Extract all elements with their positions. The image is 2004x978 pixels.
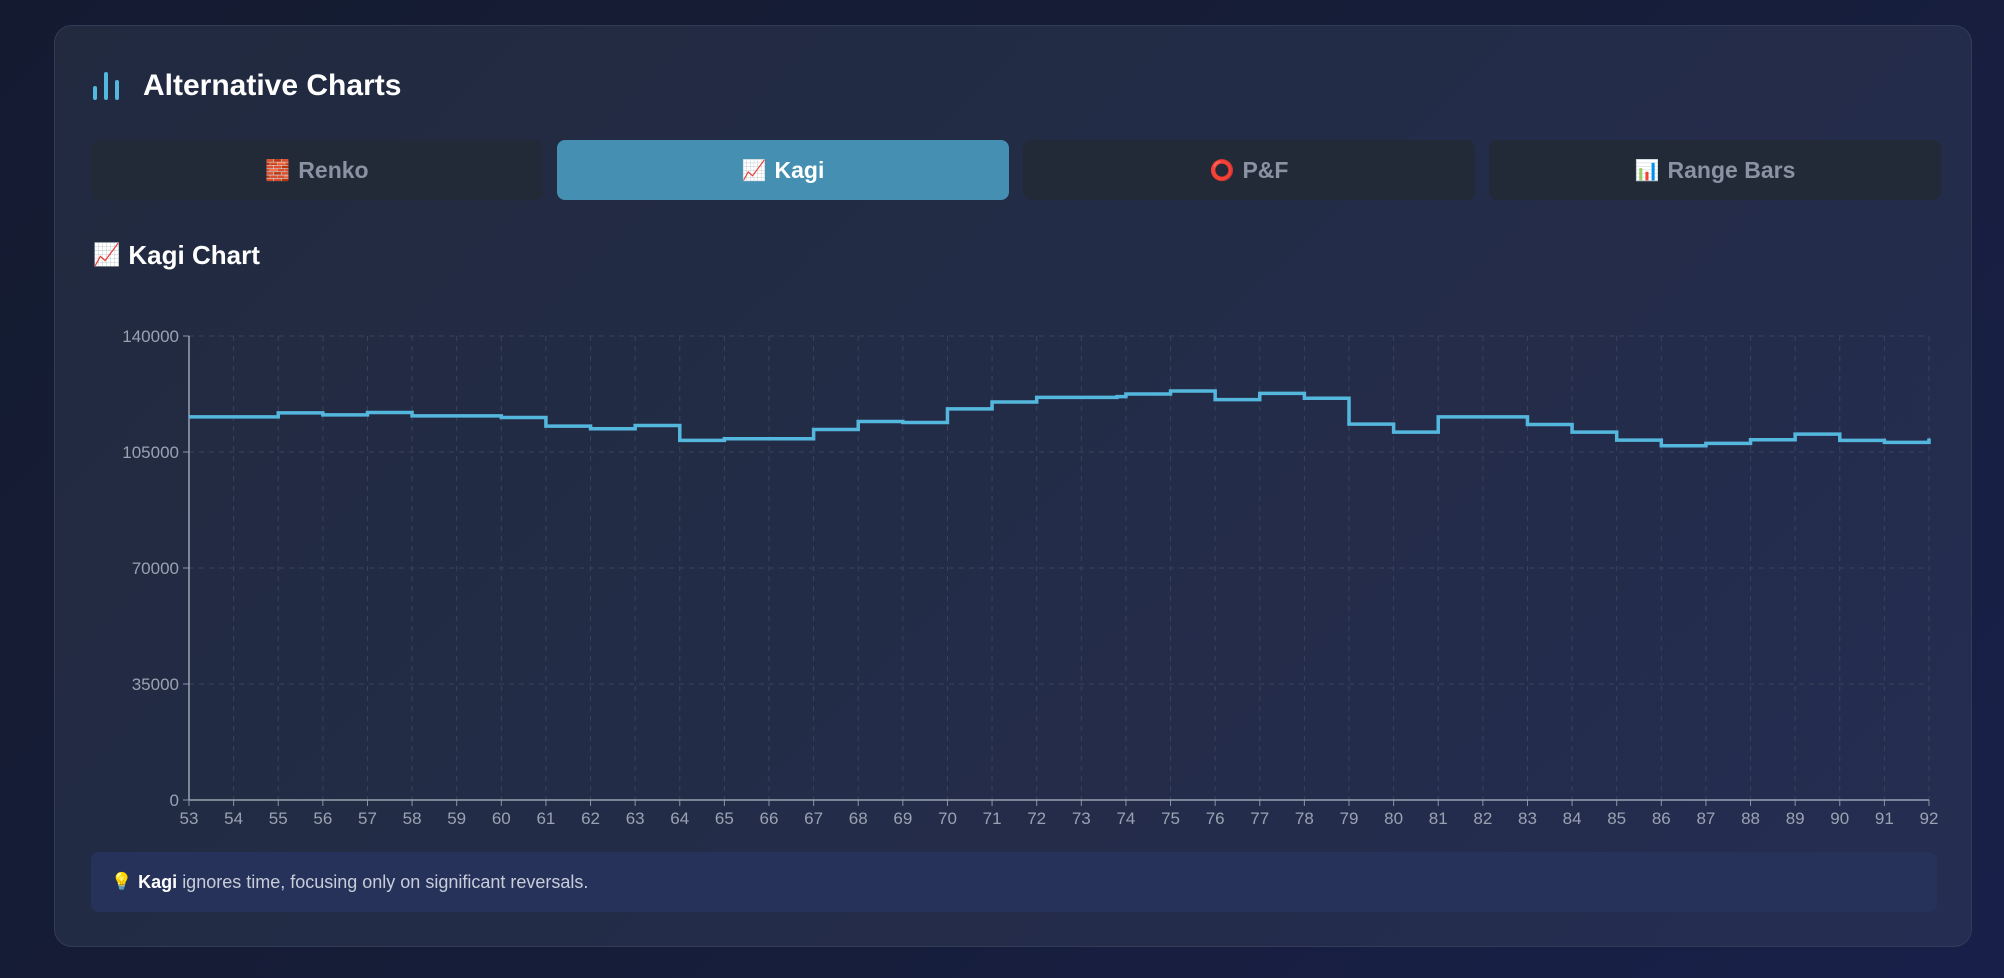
card-header: Alternative Charts <box>93 64 401 108</box>
tab-label: P&F <box>1242 156 1289 183</box>
x-tick-label: 86 <box>1652 809 1671 828</box>
x-tick-label: 61 <box>536 809 555 828</box>
x-tick-label: 91 <box>1875 809 1894 828</box>
note-text: ignores time, focusing only on significa… <box>182 871 589 892</box>
bar-chart-emoji-icon: 📊 <box>1634 158 1660 182</box>
chart-increasing-icon: 📈 <box>741 158 767 182</box>
x-tick-label: 89 <box>1786 809 1805 828</box>
x-tick-label: 63 <box>626 809 645 828</box>
x-tick-label: 81 <box>1429 809 1448 828</box>
x-tick-label: 59 <box>447 809 466 828</box>
tab-label: Renko <box>298 156 369 183</box>
alternative-charts-card: Alternative Charts 🧱 Renko 📈 Kagi ⭕ P&F … <box>54 25 1972 947</box>
y-tick-label: 35000 <box>132 675 179 694</box>
x-tick-label: 77 <box>1250 809 1269 828</box>
x-tick-label: 82 <box>1473 809 1492 828</box>
x-tick-label: 75 <box>1161 809 1180 828</box>
tab-kagi[interactable]: 📈 Kagi <box>557 140 1009 200</box>
x-tick-label: 80 <box>1384 809 1403 828</box>
x-tick-label: 57 <box>358 809 377 828</box>
x-tick-label: 85 <box>1607 809 1626 828</box>
info-note: 💡 Kagi ignores time, focusing only on si… <box>91 852 1937 912</box>
x-tick-label: 67 <box>804 809 823 828</box>
chart-section-title: 📈 Kagi Chart <box>93 240 260 271</box>
note-bold-term: Kagi <box>138 871 178 892</box>
chart-type-tabs: 🧱 Renko 📈 Kagi ⭕ P&F 📊 Range Bars <box>91 140 1941 200</box>
x-tick-label: 92 <box>1920 809 1939 828</box>
x-tick-label: 68 <box>849 809 868 828</box>
kagi-chart: 53 54 55 56 57 58 59 60 61 62 63 64 65 66 67 68 69 70 71 72… <box>55 306 1973 846</box>
chart-title: Kagi Chart <box>128 240 260 270</box>
tab-pnf[interactable]: ⭕ P&F <box>1023 140 1475 200</box>
kagi-line <box>189 389 1931 448</box>
x-tick-label: 62 <box>581 809 600 828</box>
x-tick-label: 71 <box>983 809 1002 828</box>
tab-range-bars[interactable]: 📊 Range Bars <box>1489 140 1941 200</box>
x-tick-label: 76 <box>1206 809 1225 828</box>
chart-increasing-icon: 📈 <box>93 243 121 268</box>
x-tick-label: 69 <box>893 809 912 828</box>
x-tick-label: 54 <box>224 809 243 828</box>
bricks-icon: 🧱 <box>265 158 291 182</box>
y-tick-label: 105000 <box>122 443 179 462</box>
x-tick-label: 88 <box>1741 809 1760 828</box>
x-tick-label: 64 <box>670 809 689 828</box>
x-tick-label: 56 <box>313 809 332 828</box>
x-tick-label: 74 <box>1116 809 1135 828</box>
x-tick-label: 78 <box>1295 809 1314 828</box>
kagi-chart-svg: 53 54 55 56 57 58 59 60 61 62 63 64 65 66 67 68 69 70 71 72… <box>122 327 1939 828</box>
x-tick-label: 84 <box>1563 809 1582 828</box>
bar-chart-icon <box>93 72 119 100</box>
x-tick-label: 66 <box>760 809 779 828</box>
x-tick-label: 65 <box>715 809 734 828</box>
y-tick-label: 70000 <box>132 559 179 578</box>
tab-label: Kagi <box>774 156 825 183</box>
x-tick-label: 60 <box>492 809 511 828</box>
x-tick-label: 73 <box>1072 809 1091 828</box>
tab-label: Range Bars <box>1667 156 1796 183</box>
x-tick-label: 55 <box>269 809 288 828</box>
x-tick-label: 83 <box>1518 809 1537 828</box>
card-title: Alternative Charts <box>143 69 402 102</box>
x-tick-label: 90 <box>1830 809 1849 828</box>
x-tick-label: 72 <box>1027 809 1046 828</box>
circle-icon: ⭕ <box>1209 158 1235 182</box>
lightbulb-icon: 💡 <box>111 872 133 892</box>
x-tick-label: 53 <box>180 809 199 828</box>
x-tick-label: 58 <box>403 809 422 828</box>
x-tick-label: 79 <box>1340 809 1359 828</box>
y-tick-label: 0 <box>170 791 179 810</box>
x-tick-label: 70 <box>938 809 957 828</box>
tab-renko[interactable]: 🧱 Renko <box>91 140 543 200</box>
x-tick-label: 87 <box>1696 809 1715 828</box>
y-tick-label: 140000 <box>122 327 179 346</box>
